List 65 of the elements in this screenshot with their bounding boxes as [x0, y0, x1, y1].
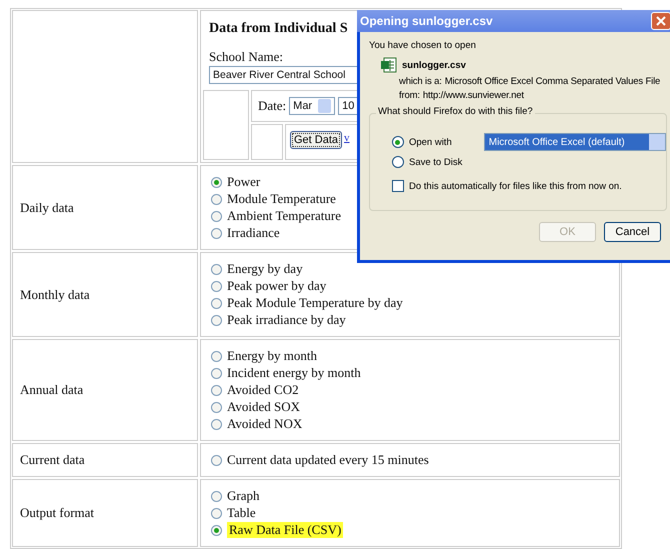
radio-button[interactable]	[392, 156, 404, 168]
option-label: Peak irradiance by day	[227, 312, 346, 328]
checkbox[interactable]	[392, 180, 404, 192]
option-label: Avoided SOX	[227, 399, 300, 415]
table-cell: Output format	[12, 479, 198, 547]
radio-button[interactable]	[211, 350, 222, 362]
option-label: Incident energy by month	[227, 365, 361, 381]
radio-button[interactable]	[211, 368, 222, 378]
close-icon[interactable]	[651, 12, 670, 30]
radio-button[interactable]	[211, 524, 222, 536]
dialog-text: You have chosen to open	[369, 40, 477, 51]
table-cell: Current data	[12, 443, 198, 477]
get-data-button[interactable]: Get Data	[290, 131, 342, 149]
application-dropdown[interactable]: Microsoft Office Excel (default)	[484, 133, 666, 151]
option-label: Peak Module Temperature by day	[227, 295, 403, 311]
option-label: Irradiance	[227, 225, 280, 241]
file-type: Microsoft Office Excel Comma Separated Values File	[444, 76, 660, 87]
radio-button[interactable]	[211, 490, 222, 502]
cancel-button[interactable]: Cancel	[604, 222, 661, 242]
info-label: which is a:	[399, 76, 442, 87]
radio-button[interactable]	[211, 280, 222, 292]
option-label: Energy by month	[227, 348, 318, 364]
field-label: School Name:	[209, 49, 284, 65]
info-label: from:	[399, 90, 420, 101]
field-label: Date:	[258, 98, 286, 114]
option-label: Open with	[408, 136, 452, 148]
radio-button[interactable]	[211, 210, 222, 222]
table-cell: Annual data	[12, 339, 198, 441]
radio-button[interactable]	[211, 264, 222, 274]
link[interactable]: v	[344, 132, 350, 144]
spreadsheet-icon	[381, 57, 397, 73]
option-label: Peak power by day	[227, 278, 326, 294]
radio-button[interactable]	[211, 298, 222, 308]
table-cell	[203, 90, 249, 160]
table-cell: Daily data	[12, 165, 198, 250]
radio-button[interactable]	[211, 176, 222, 188]
source-url: http://www.sunviewer.net	[422, 90, 524, 101]
group-title: What should Firefox do with this file?	[376, 106, 535, 117]
window-title: Opening sunlogger.csv	[360, 14, 493, 28]
radio-button[interactable]	[211, 314, 222, 326]
option-label: Current data updated every 15 minutes	[227, 452, 429, 468]
radio-button[interactable]	[211, 228, 222, 238]
checkbox-label: Do this automatically for files like this from now on.	[409, 180, 622, 192]
option-label: Avoided CO2	[227, 382, 299, 398]
option-label: Raw Data File (CSV)	[227, 522, 344, 538]
table-cell	[251, 124, 283, 160]
option-label: Module Temperature	[227, 191, 336, 207]
option-label: Ambient Temperature	[227, 208, 342, 224]
option-label: Graph	[227, 488, 260, 504]
table-cell: Monthly data	[12, 252, 198, 337]
option-label: Save to Disk	[409, 156, 462, 168]
radio-button[interactable]	[211, 454, 222, 466]
radio-button[interactable]	[211, 418, 222, 430]
option-label: Power	[227, 174, 260, 190]
option-label: Energy by day	[227, 261, 303, 277]
radio-button[interactable]	[211, 194, 222, 204]
radio-button[interactable]	[392, 136, 404, 148]
radio-button[interactable]	[211, 402, 222, 412]
radio-button[interactable]	[211, 384, 222, 396]
option-label: Table	[227, 505, 256, 521]
file-name: sunlogger.csv	[402, 60, 466, 70]
option-label: Avoided NOX	[227, 416, 302, 432]
page-title: Data from Individual S	[209, 21, 348, 37]
month-dropdown[interactable]: Mar	[289, 97, 336, 115]
radio-button[interactable]	[211, 508, 222, 518]
